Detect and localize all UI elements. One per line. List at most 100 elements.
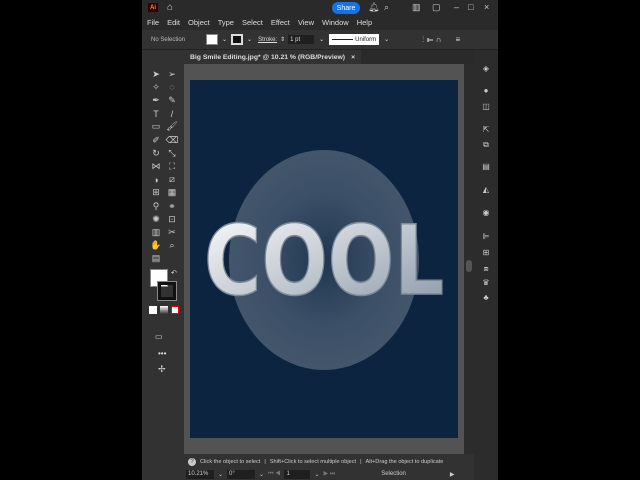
bell-icon[interactable]: 🔔︎ [368,2,379,13]
rotation-input[interactable]: 0° [227,469,256,479]
gradient-tool-icon[interactable]: ▦ [166,187,178,199]
export-icon[interactable]: ⇱ [481,125,491,135]
menu-view[interactable]: View [298,18,314,27]
symbol-sprayer-tool-icon[interactable]: ✺ [150,213,162,225]
slice-tool-icon[interactable]: ✂ [166,226,178,238]
none-mode[interactable] [171,306,179,314]
transform-icon[interactable]: ⧈ [481,264,491,274]
status-menu-icon[interactable]: ▶ [450,471,455,478]
shape-builder-tool-icon[interactable]: ◑ [150,174,162,186]
menu-effect[interactable]: Effect [271,18,290,27]
hint-click: Click the object to select [200,458,261,465]
maximize-icon[interactable]: □ [468,2,473,12]
workspace-icon[interactable]: ▥ [412,2,421,13]
artboards-icon[interactable]: ⧉ [481,140,491,150]
image-trace-icon[interactable]: ◫ [481,102,491,112]
align-icon[interactable]: ⫶ ⊫ ∩ [422,35,441,45]
mesh-tool-icon[interactable]: ⊞ [150,187,162,199]
stroke-weight-input[interactable]: 1 pt [288,35,315,44]
menu-help[interactable]: Help [357,18,372,27]
close-window-icon[interactable]: × [484,2,489,12]
minimize-icon[interactable]: – [454,2,459,12]
artboard-input[interactable]: 1 [284,469,311,479]
rotation-dropdown[interactable]: ⌄ [259,471,264,478]
direct-selection-tool-icon[interactable]: ➢ [166,68,178,80]
libraries-icon[interactable]: ♣ [481,293,491,303]
properties-icon[interactable]: ◉ [481,208,491,218]
comments-icon[interactable]: ▤ [481,162,491,172]
arrange-icon[interactable]: ▢ [432,2,441,13]
document-tab[interactable]: Big Smile Editing.jpg* @ 10.21 % (RGB/Pr… [184,50,362,64]
menu-edit[interactable]: Edit [167,18,180,27]
artboard-dropdown[interactable]: ⌄ [314,471,319,478]
scroll-thumb[interactable] [466,260,472,272]
symbols-icon[interactable]: ♛ [481,278,491,288]
line-tool-icon[interactable]: / [166,108,178,120]
canvas-area[interactable]: COOL [184,64,466,454]
pathfinder-icon[interactable]: ⊞ [481,248,491,258]
appearance-icon[interactable]: ● [481,86,491,96]
shaper-tool-icon[interactable]: ✐ [150,134,162,146]
free-transform-tool-icon[interactable]: ⛶ [166,160,178,172]
swap-colors-icon[interactable]: ↶ [171,269,177,277]
zoom-input[interactable]: 10.21% [186,469,214,479]
width-tool-icon[interactable]: ⋈ [150,160,162,172]
stroke-color[interactable] [157,281,177,301]
graph-tool-icon[interactable]: ▥ [150,226,162,238]
eyedropper-tool-icon[interactable]: ⚲ [150,200,162,212]
zoom-dropdown[interactable]: ⌄ [218,471,223,478]
layers-icon[interactable]: ◈ [481,64,491,74]
menu-select[interactable]: Select [242,18,263,27]
type-tool-icon[interactable]: T [150,108,162,120]
stroke-label[interactable]: Stroke: [258,37,277,43]
hint-separator: | [264,458,266,465]
color-mode[interactable] [149,306,157,314]
share-button[interactable]: Share [332,2,360,14]
lasso-tool-icon[interactable]: ◌ [166,81,178,93]
rectangle-tool-icon[interactable]: ▭ [150,121,162,133]
rotate-tool-icon[interactable]: ↻ [150,147,162,159]
align-panel-icon[interactable]: ⊫ [481,232,491,242]
help-icon[interactable]: ? [188,457,196,466]
menu-window[interactable]: Window [322,18,349,27]
print-tiling-tool-icon[interactable]: ▤ [150,253,162,265]
selection-tool-icon[interactable]: ➤ [150,68,162,80]
menu-type[interactable]: Type [218,18,234,27]
cool-artwork[interactable]: COOL [190,80,458,438]
artboard-tool-icon[interactable]: ⊡ [166,213,178,225]
profile-dropdown-icon[interactable]: ⌄ [384,36,389,43]
fill-swatch[interactable] [206,34,218,45]
blend-tool-icon[interactable]: ⚭ [166,200,178,212]
first-artboard-icon[interactable]: ⏮ ◀ [268,471,280,478]
stroke-dropdown-icon[interactable]: ⌄ [247,36,252,43]
eraser-tool-icon[interactable]: ⌫ [166,134,179,146]
vertical-scrollbar[interactable] [464,64,474,454]
pen-tool-icon[interactable]: ✒ [150,94,162,106]
curvature-tool-icon[interactable]: ✎ [166,94,178,106]
close-tab-icon[interactable]: × [351,54,355,61]
scale-tool-icon[interactable]: ⤡ [166,147,178,159]
stroke-weight-dropdown[interactable]: ⌄ [319,36,324,43]
last-artboard-icon[interactable]: ▶ ⏭ [324,470,336,478]
variable-width-profile[interactable]: Uniform [329,34,380,45]
more-tools-icon[interactable]: ••• [158,349,166,358]
status-bar: 10.21% ⌄ 0° ⌄ ⏮ ◀ 1 ⌄ ▶ ⏭ Selection ▶ [184,468,474,480]
menu-file[interactable]: File [147,18,159,27]
magic-wand-tool-icon[interactable]: ✧ [150,81,162,93]
fill-dropdown-icon[interactable]: ⌄ [222,36,227,43]
panel-menu-icon[interactable]: ≡ [455,35,460,44]
puppet-icon[interactable]: ✢ [158,364,166,375]
paintbrush-tool-icon[interactable]: 🖌︎ [166,121,178,133]
perspective-tool-icon[interactable]: ⧄ [166,174,178,186]
gradient-icon[interactable]: ◭ [481,185,491,195]
screen-mode-icon[interactable]: ▭ [155,332,163,341]
stroke-stepper[interactable]: ⇕ [280,36,285,43]
menu-object[interactable]: Object [188,18,210,27]
zoom-tool-icon[interactable]: ⌕ [166,240,178,252]
search-icon[interactable]: ⌕ [384,2,389,13]
home-icon[interactable]: ⌂ [167,2,173,13]
artboard[interactable]: COOL [190,80,458,438]
gradient-mode[interactable] [160,306,168,314]
hand-tool-icon[interactable]: ✋ [150,240,162,252]
stroke-swatch[interactable] [231,34,244,45]
